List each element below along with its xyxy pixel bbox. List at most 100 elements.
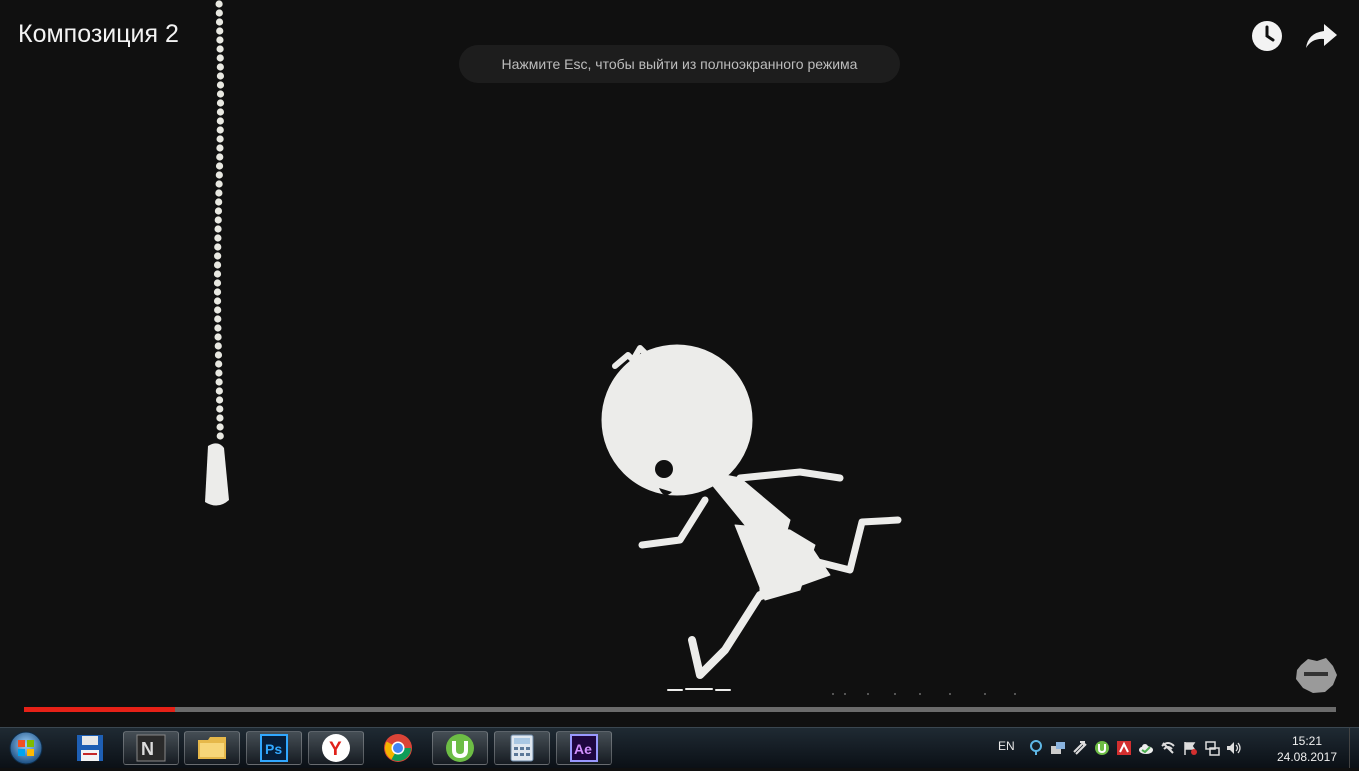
chain-bead	[213, 270, 222, 278]
video-title: Композиция 2	[18, 20, 179, 48]
chain-bead	[214, 225, 222, 233]
chain-bead	[214, 351, 223, 359]
chain-bead	[216, 63, 224, 71]
volume-icon[interactable]	[1225, 739, 1243, 757]
utorrent-tray-icon[interactable]	[1093, 739, 1111, 757]
share-button[interactable]	[1303, 18, 1339, 54]
chain-bead	[215, 369, 223, 377]
ground-dots	[832, 693, 1016, 695]
sync-icon[interactable]	[1071, 739, 1089, 757]
chain-bead	[216, 423, 224, 431]
chain-bead	[216, 144, 224, 152]
taskbar-app-nero[interactable]: N	[123, 731, 179, 765]
chain-bead	[214, 234, 222, 242]
chain-bead	[216, 432, 224, 440]
chain-bead	[216, 45, 224, 53]
svg-text:Y: Y	[329, 739, 342, 760]
chain-bead	[215, 180, 223, 188]
chain-bead	[216, 126, 224, 134]
watch-later-button[interactable]	[1249, 18, 1285, 54]
chain-bead	[215, 0, 223, 8]
utorrent-icon	[446, 734, 474, 762]
windows-start-icon	[9, 731, 43, 765]
svg-text:Ps: Ps	[265, 741, 282, 757]
network-share-icon[interactable]	[1049, 739, 1067, 757]
chain-bead	[216, 72, 225, 80]
chain-bead	[214, 333, 222, 341]
chain-bead	[215, 9, 223, 17]
chain-bead	[214, 216, 222, 224]
chain-bead	[216, 405, 224, 413]
fullscreen-exit-hint: Нажмите Esc, чтобы выйти из полноэкранно…	[459, 45, 900, 83]
flag-icon[interactable]	[1181, 739, 1199, 757]
chain-bead	[214, 342, 222, 350]
network-icon[interactable]	[1203, 739, 1221, 757]
chain-bead	[216, 117, 224, 125]
video-frame	[205, 0, 1016, 695]
taskbar-app-utorrent[interactable]	[432, 731, 488, 765]
svg-text:N: N	[141, 739, 154, 759]
start-button[interactable]	[6, 730, 46, 766]
nero-icon: N	[136, 734, 166, 762]
clock-date: 24.08.2017	[1276, 750, 1338, 764]
chain-bead	[214, 306, 222, 314]
show-desktop-button[interactable]	[1349, 728, 1359, 768]
chain-bead	[214, 243, 222, 251]
chain-bead	[215, 18, 224, 26]
cloud-icon[interactable]	[1137, 739, 1155, 757]
chain-bead	[216, 90, 225, 98]
channel-watermark-logo[interactable]	[1293, 655, 1339, 695]
chain-bead	[215, 189, 223, 197]
chain-bead	[216, 54, 224, 62]
chain-bead	[214, 324, 222, 332]
chain-bead	[215, 162, 224, 170]
chain-bead	[213, 288, 222, 296]
taskbar-app-after-effects[interactable]: Ae	[556, 731, 612, 765]
chrome-icon	[384, 734, 412, 762]
chain-bead	[216, 135, 224, 143]
chain-bead	[216, 36, 224, 44]
after-effects-icon: Ae	[570, 734, 598, 762]
video-player[interactable]: Композиция 2 Нажмите Esc, чтобы выйти из…	[0, 0, 1359, 727]
chain-bead	[216, 81, 225, 89]
chain-bead	[214, 315, 222, 323]
taskbar-app-photoshop[interactable]: Ps	[246, 731, 302, 765]
language-indicator[interactable]: EN	[998, 739, 1015, 753]
character-eye	[655, 460, 673, 478]
taskbar-app-chrome[interactable]	[370, 731, 426, 765]
yandex-browser-icon: Y	[322, 734, 350, 762]
clock-icon	[1252, 21, 1282, 51]
photoshop-icon: Ps	[260, 734, 288, 762]
help-icon[interactable]	[1027, 739, 1045, 757]
chain-bead	[214, 252, 222, 260]
chain-beads	[213, 0, 225, 440]
chain-bead	[215, 171, 223, 179]
system-clock[interactable]: 15:21 24.08.2017	[1272, 733, 1342, 765]
running-character	[601, 344, 902, 691]
video-progress-bar[interactable]	[24, 707, 1336, 712]
chain-bead	[216, 153, 224, 161]
taskbar-app-file-explorer[interactable]	[184, 731, 240, 765]
chain-bead	[213, 297, 222, 305]
chain-bead	[214, 207, 223, 215]
share-arrow-icon	[1306, 24, 1337, 48]
chain-bead	[215, 396, 224, 404]
chain-bead	[213, 261, 222, 269]
svg-text:Ae: Ae	[574, 741, 592, 757]
chain-bead	[213, 279, 222, 287]
taskbar-app-yandex-browser[interactable]: Y	[308, 731, 364, 765]
chain-bead	[216, 27, 224, 35]
floppy-disk-icon	[77, 735, 103, 761]
folder-icon	[198, 737, 226, 759]
antivirus-icon[interactable]	[1115, 739, 1133, 757]
chain-pendant	[205, 443, 229, 506]
taskbar-app-save-floppy[interactable]	[62, 731, 118, 765]
chain-bead	[216, 108, 225, 116]
calculator-icon	[510, 734, 534, 762]
taskbar-app-calculator[interactable]	[494, 731, 550, 765]
chain-bead	[215, 378, 223, 386]
system-tray	[1027, 739, 1243, 757]
chain-bead	[216, 414, 224, 422]
chain-bead	[216, 99, 225, 107]
wifi-off-icon[interactable]	[1159, 739, 1177, 757]
